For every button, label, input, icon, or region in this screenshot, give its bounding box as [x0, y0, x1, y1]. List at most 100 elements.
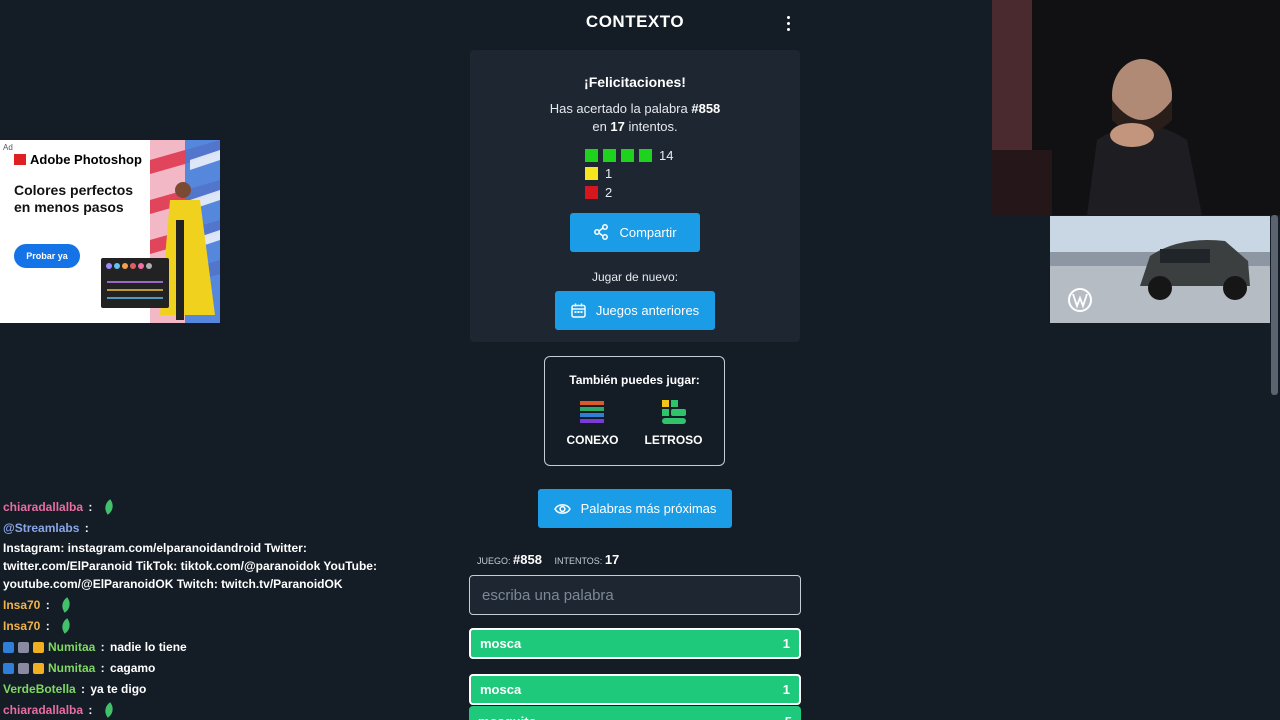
- chat-text: ya te digo: [90, 682, 147, 696]
- guess-word: mosca: [480, 682, 522, 697]
- chat-message: @Streamlabs : Instagram: instagram.com/e…: [3, 519, 383, 593]
- chat-separator: :: [77, 682, 89, 696]
- chat-username[interactable]: Numitaa: [48, 659, 95, 677]
- ad-brand-name: Adobe Photoshop: [30, 152, 142, 167]
- ad-color-panel: [101, 258, 169, 308]
- game-label: JUEGO:: [477, 556, 511, 566]
- calendar-icon: [571, 303, 586, 318]
- chat-badge-icon: [18, 641, 29, 653]
- chat-username[interactable]: Insa70: [3, 596, 40, 614]
- chat-message: Numitaa : cagamo: [3, 659, 383, 677]
- share-icon: [594, 224, 609, 240]
- result-line2-suffix: intentos.: [624, 119, 678, 134]
- word-input[interactable]: [469, 575, 801, 615]
- game-value: #858: [513, 552, 542, 567]
- attempts-label: INTENTOS:: [554, 556, 603, 566]
- ad-headline: Colores perfectos en menos pasos: [14, 182, 134, 215]
- result-text: Has acertado la palabra #858 en 17 inten…: [470, 100, 800, 136]
- result-line1: Has acertado la palabra: [549, 101, 692, 116]
- chat-overlay: chiaradallalba : @Streamlabs : Instagram…: [3, 498, 383, 720]
- guess-row: mosca 1: [469, 674, 801, 705]
- car-ad[interactable]: [1050, 216, 1270, 323]
- chat-separator: :: [81, 521, 93, 535]
- also-play-box: También puedes jugar: CONEXO LETROSO: [544, 356, 725, 466]
- adobe-ad[interactable]: Ad Adobe Photoshop Colores perfectos en …: [0, 140, 220, 323]
- chat-text: cagamo: [110, 661, 156, 675]
- chat-message: Numitaa : nadie lo tiene: [3, 638, 383, 656]
- chat-text: nadie lo tiene: [110, 640, 187, 654]
- play-again-label: Jugar de nuevo:: [591, 269, 679, 284]
- stat-square: [585, 167, 598, 181]
- previous-games-label: Juegos anteriores: [595, 302, 700, 318]
- stat-count: 2: [605, 184, 613, 200]
- conexo-link[interactable]: CONEXO: [566, 399, 619, 447]
- stat-square: [585, 148, 598, 162]
- chat-text: Instagram: instagram.com/elparanoidandro…: [3, 541, 377, 591]
- car-ad-image: [1050, 216, 1270, 323]
- leaf-emote-icon: [101, 499, 117, 515]
- chat-badge-icon: [3, 662, 14, 674]
- chat-username[interactable]: Insa70: [3, 617, 40, 635]
- attempts-value: 17: [604, 552, 620, 567]
- chat-username[interactable]: chiaradallalba: [3, 498, 83, 516]
- game-meta: JUEGO: #858 INTENTOS: 17: [477, 552, 629, 567]
- ad-tag: Ad: [3, 143, 13, 152]
- chat-separator: :: [85, 703, 96, 717]
- more-menu-icon[interactable]: [780, 12, 796, 34]
- stat-row: 2: [585, 183, 685, 202]
- eye-icon: [553, 503, 571, 514]
- webcam-feed: [992, 0, 1280, 215]
- adobe-logo-icon: [14, 154, 26, 165]
- result-card: ¡Felicitaciones! Has acertado la palabra…: [470, 50, 800, 342]
- word-number: #858: [691, 101, 721, 116]
- result-stats: 14 1 2: [585, 146, 685, 202]
- result-line2-prefix: en: [592, 119, 611, 134]
- also-play-title: También puedes jugar:: [569, 373, 700, 387]
- scrollbar[interactable]: [1271, 215, 1278, 395]
- guess-word: mosca: [480, 636, 522, 651]
- chat-separator: :: [85, 500, 96, 514]
- attempts-count: 17: [610, 119, 625, 134]
- chat-message: Insa70 :: [3, 617, 383, 635]
- guess-row-last: mosca 1: [469, 628, 801, 659]
- guess-rank: 5: [785, 714, 792, 720]
- chat-separator: :: [97, 661, 109, 675]
- chat-message: chiaradallalba :: [3, 498, 383, 516]
- conexo-icon: [580, 401, 605, 423]
- stat-row: 14: [585, 146, 685, 165]
- letroso-icon: [661, 400, 686, 424]
- share-button[interactable]: Compartir: [570, 212, 700, 252]
- chat-badge-icon: [18, 662, 29, 674]
- guess-row: mosquito 5: [469, 706, 801, 720]
- leaf-emote-icon: [58, 618, 74, 634]
- ad-cta-button[interactable]: Probar ya: [14, 244, 80, 268]
- previous-games-button[interactable]: Juegos anteriores: [555, 290, 715, 330]
- color-swatches-icon: [106, 263, 163, 299]
- stat-square: [639, 148, 652, 162]
- chat-username[interactable]: chiaradallalba: [3, 701, 83, 719]
- congrats-heading: ¡Felicitaciones!: [584, 74, 686, 90]
- leaf-emote-icon: [58, 597, 74, 613]
- letroso-label: LETROSO: [644, 433, 703, 447]
- chat-message: chiaradallalba :: [3, 701, 383, 719]
- stat-square: [603, 148, 616, 162]
- chat-separator: :: [97, 640, 109, 654]
- chat-message: VerdeBotella : ya te digo: [3, 680, 383, 698]
- leaf-emote-icon: [101, 702, 117, 718]
- share-label: Compartir: [619, 224, 677, 240]
- chat-separator: :: [42, 619, 54, 633]
- chat-username[interactable]: VerdeBotella: [3, 680, 76, 698]
- chat-username[interactable]: @Streamlabs: [3, 519, 79, 537]
- nearest-words-button[interactable]: Palabras más próximas: [538, 489, 732, 528]
- ad-brand: Adobe Photoshop: [14, 152, 142, 167]
- chat-separator: :: [42, 598, 54, 612]
- guess-rank: 1: [782, 682, 790, 697]
- letroso-link[interactable]: LETROSO: [645, 399, 703, 447]
- stat-count: 14: [659, 147, 674, 163]
- stat-count: 1: [605, 166, 613, 182]
- chat-badge-icon: [33, 641, 44, 653]
- stat-square: [621, 148, 634, 162]
- chat-username[interactable]: Numitaa: [48, 638, 95, 656]
- stat-row: 1: [585, 165, 685, 184]
- guess-rank: 1: [782, 636, 790, 651]
